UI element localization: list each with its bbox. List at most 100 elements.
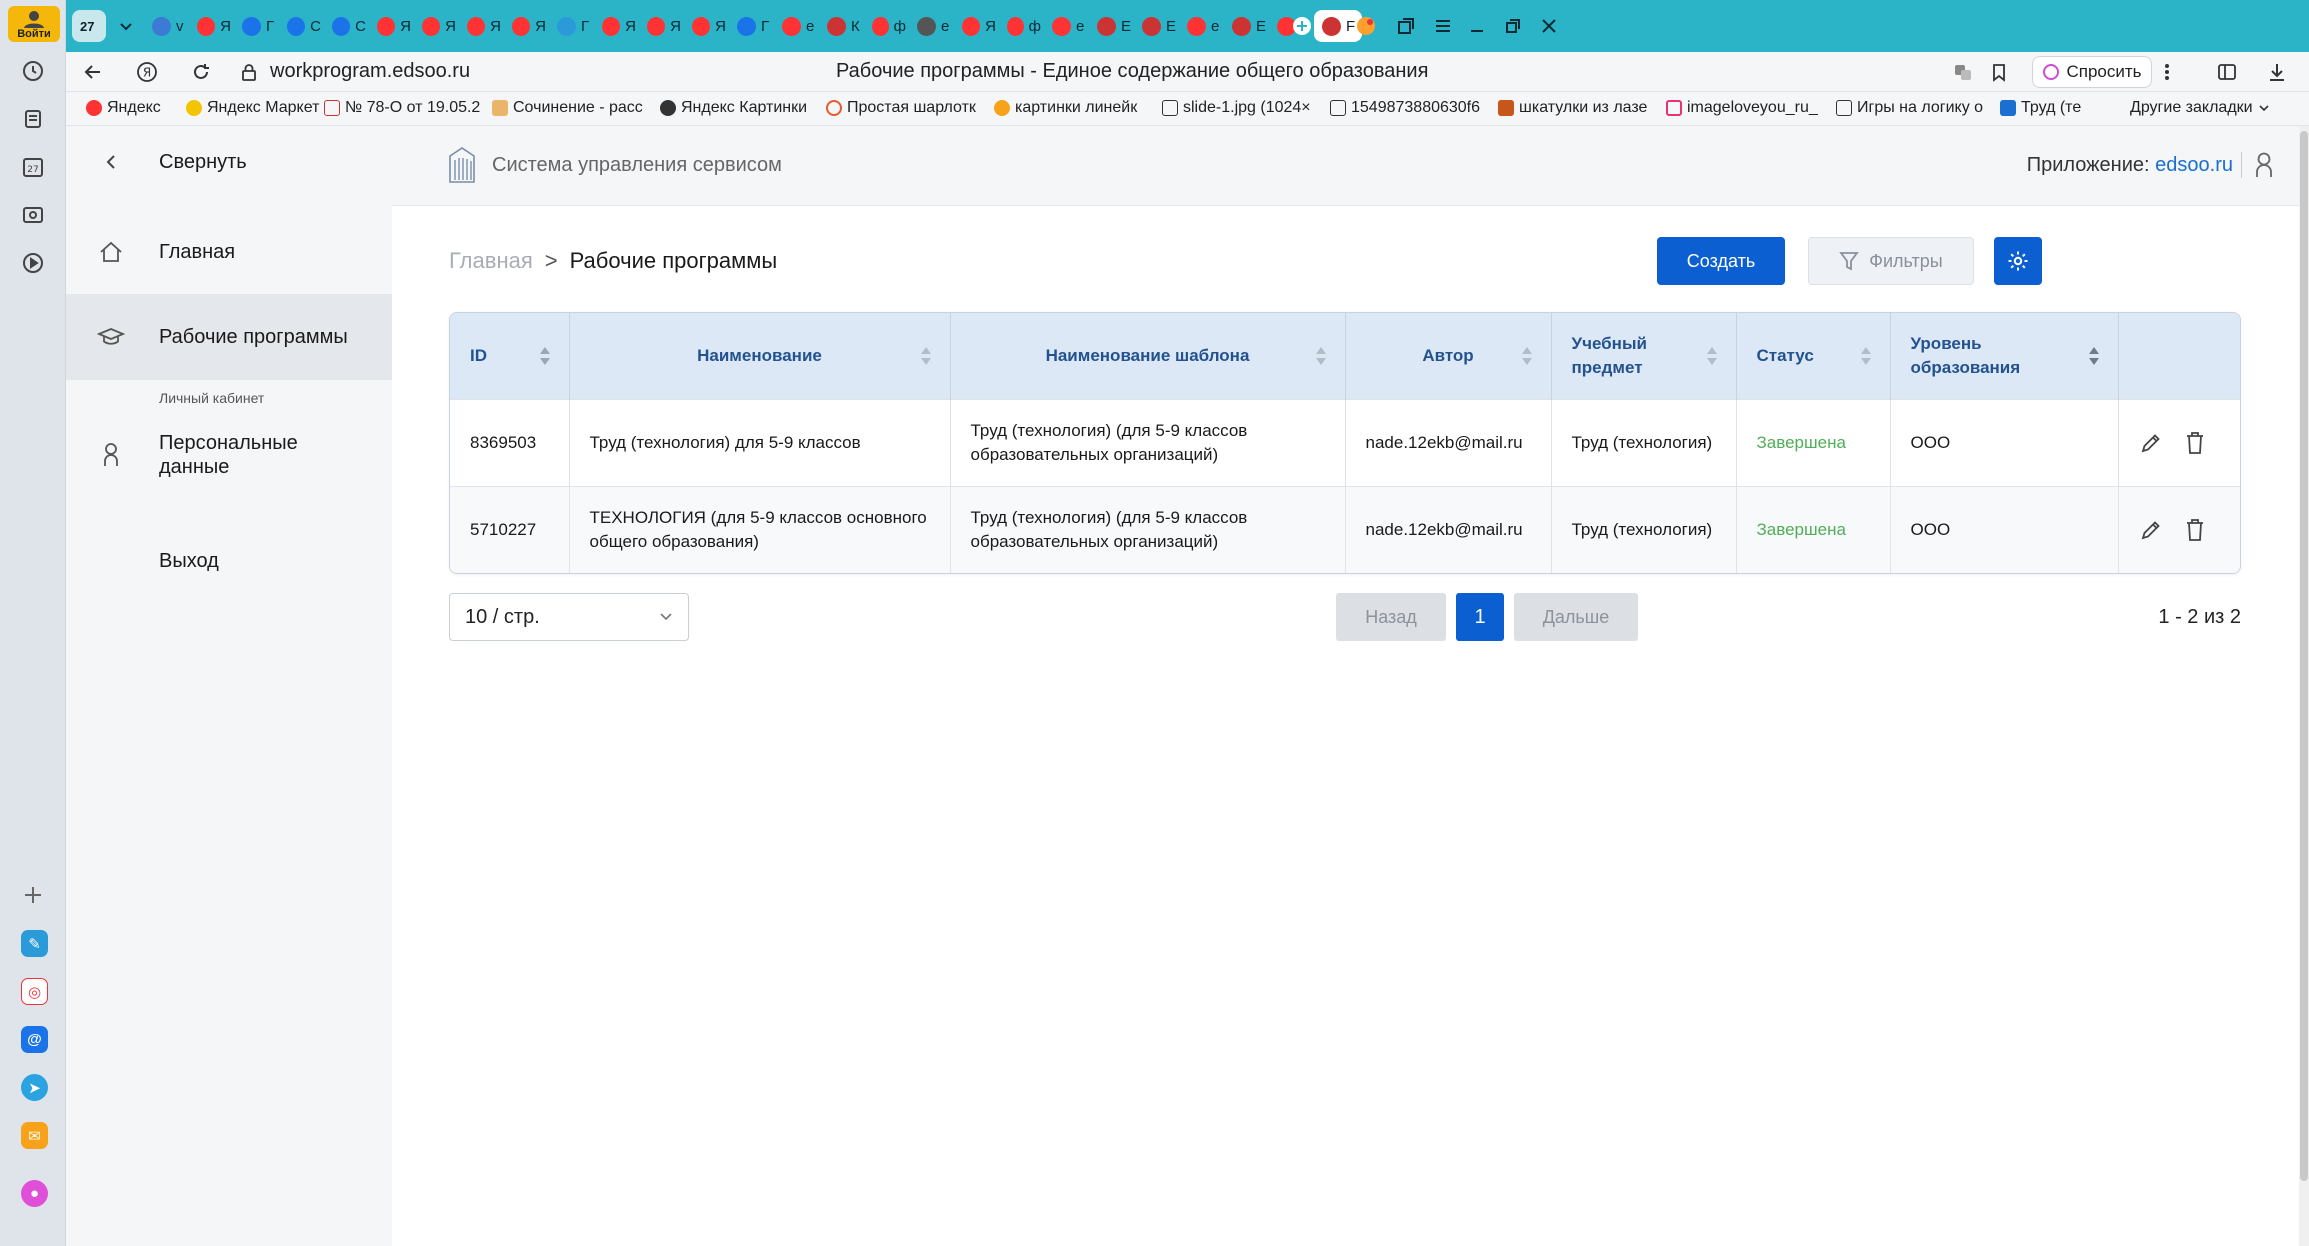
browser-tab[interactable]: е: [774, 10, 816, 42]
browser-tab[interactable]: Г: [234, 10, 276, 42]
app-telegram-icon[interactable]: ➤: [21, 1074, 48, 1101]
downloads-icon[interactable]: [2262, 57, 2292, 87]
edit-pencil-icon[interactable]: [2139, 518, 2163, 542]
tab-list-chevron-icon[interactable]: [110, 10, 138, 42]
sort-icon[interactable]: [920, 345, 932, 367]
sidebar-collapse[interactable]: Свернуть: [66, 136, 392, 188]
bookmark-item[interactable]: Яндекс Картинки: [660, 99, 820, 117]
sidebar-item-personal[interactable]: Персональные данные: [66, 422, 392, 488]
restore-icon[interactable]: [1498, 12, 1528, 40]
breadcrumb-home[interactable]: Главная: [449, 248, 533, 274]
url-text[interactable]: workprogram.edsoo.ru: [270, 60, 470, 83]
prev-page-button[interactable]: Назад: [1336, 593, 1446, 641]
back-arrow-icon[interactable]: [78, 57, 108, 87]
column-header-id[interactable]: ID: [450, 313, 570, 399]
lock-icon[interactable]: [234, 57, 264, 87]
reload-icon[interactable]: [186, 57, 216, 87]
app-link[interactable]: edsoo.ru: [2155, 154, 2233, 176]
bookmark-item[interactable]: Сочинение - расс: [492, 99, 656, 117]
bookmark-item[interactable]: Игры на логику о: [1836, 99, 2000, 117]
tab-counter[interactable]: 27: [72, 10, 106, 42]
bookmark-item[interactable]: Яндекс Маркет: [186, 99, 326, 117]
page-size-select[interactable]: 10 / стр.: [449, 593, 689, 641]
browser-tab[interactable]: е: [909, 10, 951, 42]
browser-tab[interactable]: Я: [594, 10, 636, 42]
table-row[interactable]: 5710227 ТЕХНОЛОГИЯ (для 5-9 классов осно…: [450, 485, 2240, 573]
bookmark-item[interactable]: 1549873880630f6: [1330, 99, 1492, 117]
column-header-subject[interactable]: Учебный предмет: [1551, 313, 1737, 399]
minimize-icon[interactable]: [1462, 12, 1492, 40]
sort-icon[interactable]: [2088, 345, 2100, 367]
browser-tab[interactable]: Я: [189, 10, 231, 42]
bookmark-item[interactable]: шкатулки из лазе: [1498, 99, 1658, 117]
bookmark-item[interactable]: картинки линейк: [994, 99, 1152, 117]
browser-tab[interactable]: Я: [369, 10, 411, 42]
screenshot-icon[interactable]: [18, 200, 48, 230]
browser-tab[interactable]: Г: [729, 10, 771, 42]
filters-button[interactable]: Фильтры: [1808, 237, 1974, 285]
window-switch-icon[interactable]: [1391, 12, 1421, 40]
profile-icon[interactable]: [2249, 150, 2279, 180]
browser-tab[interactable]: Е: [1089, 10, 1131, 42]
column-header-name[interactable]: Наименование: [569, 313, 951, 399]
column-header-template[interactable]: Наименование шаблона: [950, 313, 1346, 399]
history-icon[interactable]: [18, 56, 48, 86]
yandex-home-icon[interactable]: Я: [132, 57, 162, 87]
ask-button[interactable]: Спросить: [2032, 56, 2152, 88]
bookmark-item[interactable]: Труд (те: [2000, 99, 2092, 117]
browser-tab[interactable]: Я: [639, 10, 681, 42]
column-header-author[interactable]: Автор: [1345, 313, 1552, 399]
browser-tab[interactable]: ф: [999, 10, 1041, 42]
column-header-status[interactable]: Статус: [1736, 313, 1891, 399]
browser-tab[interactable]: Я: [684, 10, 726, 42]
sidebar-item-logout[interactable]: Выход: [66, 536, 392, 586]
column-header-level[interactable]: Уровень образования: [1890, 313, 2119, 399]
sidebar-item-home[interactable]: Главная: [66, 220, 392, 284]
browser-tab[interactable]: е: [1179, 10, 1221, 42]
browser-tab[interactable]: Е: [1134, 10, 1176, 42]
translate-icon[interactable]: [1948, 57, 1978, 87]
close-window-icon[interactable]: [1534, 12, 1564, 40]
bookmark-item[interactable]: № 78-О от 19.05.2: [324, 99, 486, 117]
page-number-button[interactable]: 1: [1456, 593, 1504, 641]
browser-tab[interactable]: е: [1044, 10, 1086, 42]
other-bookmarks[interactable]: Другие закладки: [2130, 99, 2290, 117]
browser-tab[interactable]: ф: [864, 10, 906, 42]
browser-tab[interactable]: Я: [459, 10, 501, 42]
app-messenger-icon[interactable]: ✉: [21, 1122, 48, 1149]
app-edu-icon[interactable]: ✎: [21, 930, 48, 957]
more-options-icon[interactable]: [2152, 57, 2182, 87]
calendar-icon[interactable]: 27: [18, 152, 48, 182]
browser-tab[interactable]: Я: [954, 10, 996, 42]
browser-tab[interactable]: С: [279, 10, 321, 42]
sort-icon[interactable]: [539, 345, 551, 367]
browser-tab[interactable]: К: [819, 10, 861, 42]
bookmark-item[interactable]: Яндекс: [86, 99, 181, 117]
bookmark-item[interactable]: slide-1.jpg (1024×: [1162, 99, 1322, 117]
delete-trash-icon[interactable]: [2185, 518, 2205, 542]
edit-pencil-icon[interactable]: [2139, 431, 2163, 455]
sort-icon[interactable]: [1860, 345, 1872, 367]
cell-name[interactable]: ТЕХНОЛОГИЯ (для 5-9 классов основного об…: [569, 485, 951, 573]
video-icon[interactable]: [18, 248, 48, 278]
browser-tab[interactable]: С: [324, 10, 366, 42]
extensions-icon[interactable]: [1351, 12, 1381, 40]
menu-icon[interactable]: [1428, 12, 1458, 40]
table-row[interactable]: 8369503 Труд (технология) для 5-9 классо…: [450, 398, 2240, 486]
browser-tab[interactable]: Е: [1224, 10, 1266, 42]
page-scrollbar[interactable]: [2299, 126, 2309, 1246]
delete-trash-icon[interactable]: [2185, 431, 2205, 455]
sort-icon[interactable]: [1706, 345, 1718, 367]
sidebar-item-programs[interactable]: Рабочие программы: [66, 294, 392, 380]
bookmark-item[interactable]: imageloveyou_ru_: [1666, 99, 1830, 117]
browser-tab[interactable]: Г: [549, 10, 591, 42]
browser-tab[interactable]: Я: [414, 10, 456, 42]
app-alice-icon[interactable]: ●: [21, 1180, 48, 1207]
sidebar-panel-icon[interactable]: [2212, 57, 2242, 87]
next-page-button[interactable]: Дальше: [1514, 593, 1638, 641]
cell-name[interactable]: Труд (технология) для 5-9 классов: [569, 398, 951, 486]
browser-tab[interactable]: v: [144, 10, 186, 42]
new-tab-button[interactable]: [1286, 10, 1320, 42]
login-button[interactable]: Войти: [8, 6, 60, 42]
settings-button[interactable]: [1994, 237, 2042, 285]
